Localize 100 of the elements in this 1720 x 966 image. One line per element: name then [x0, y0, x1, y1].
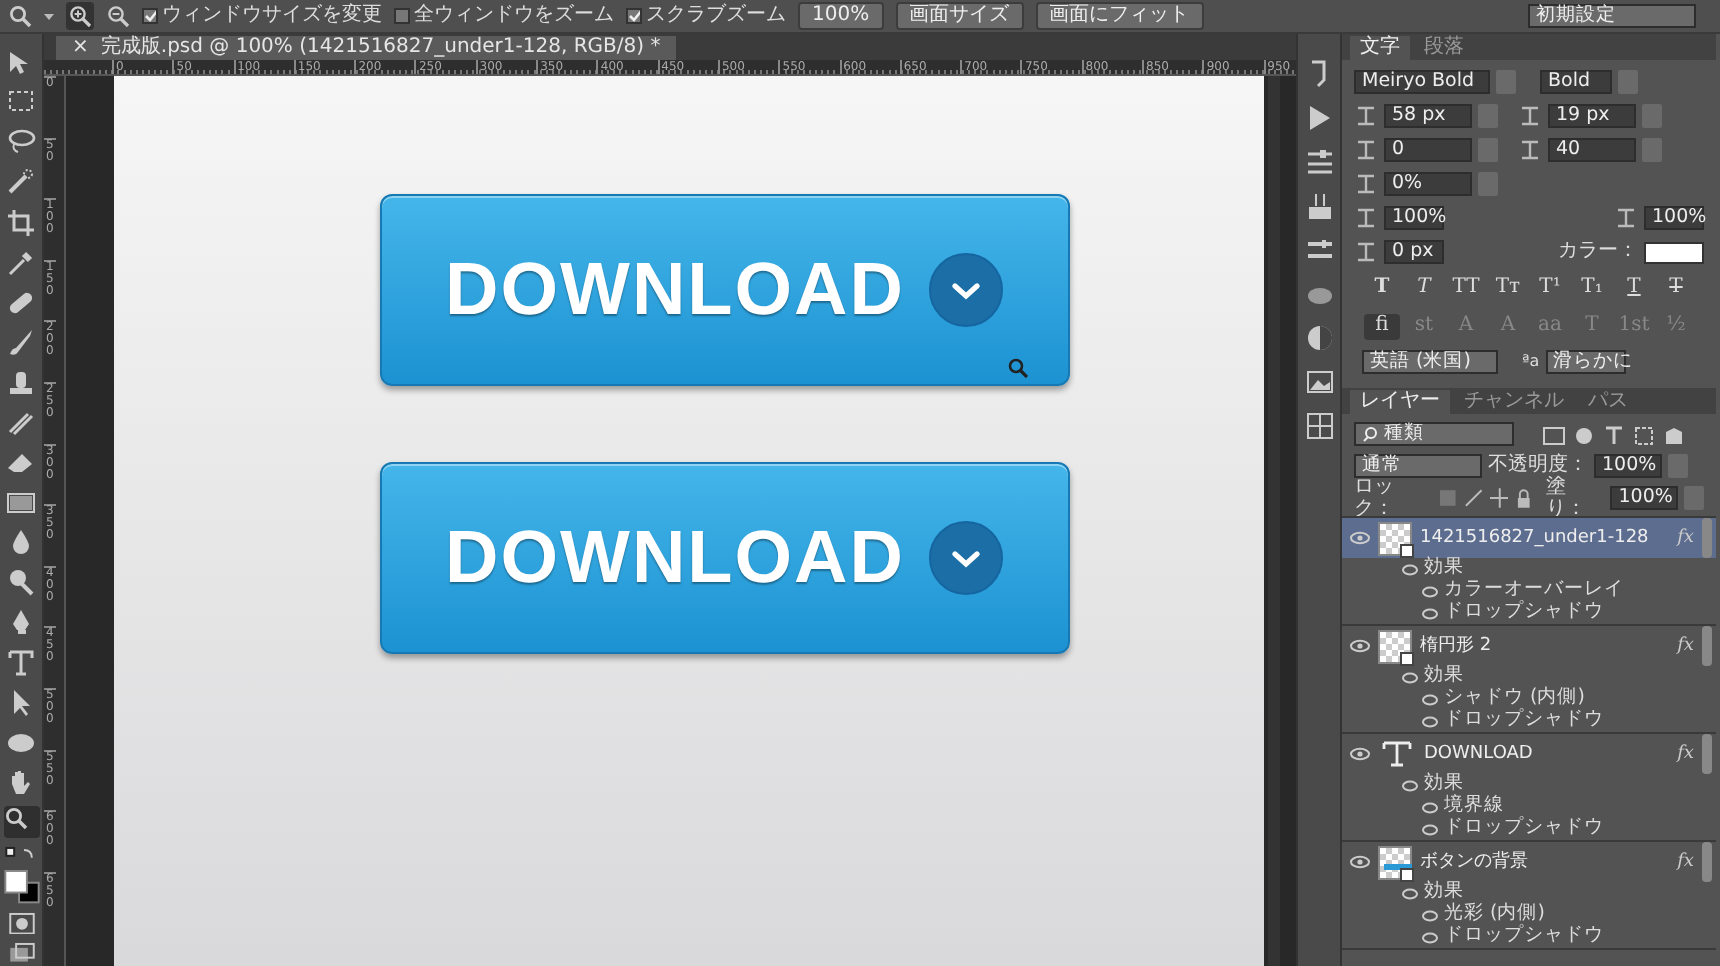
layer-name: 楕円形 2: [1420, 635, 1494, 657]
tool-button[interactable]: [3, 206, 39, 238]
layer-row[interactable]: DOWNLOAD fx: [1342, 734, 1716, 774]
lock-icon[interactable]: [1514, 488, 1534, 508]
tool-button[interactable]: [3, 126, 39, 158]
shape-filter-icon[interactable]: [1632, 423, 1656, 445]
layer-row[interactable]: ボタンの背景 fx: [1342, 842, 1716, 882]
text-style-button[interactable]: Tт: [1490, 275, 1526, 301]
lock-brush-icon[interactable]: [1463, 488, 1483, 508]
smart-filter-icon[interactable]: [1662, 423, 1686, 445]
lock-move-icon[interactable]: [1489, 488, 1509, 508]
image-filter-icon[interactable]: [1542, 423, 1566, 445]
baseline-shift-field[interactable]: 0 px: [1384, 240, 1444, 264]
checkbox-label: スクラブズーム: [646, 4, 786, 28]
image-icon[interactable]: [1303, 366, 1335, 398]
adjustment-filter-icon[interactable]: [1572, 423, 1596, 445]
brush-presets-icon[interactable]: [1303, 190, 1335, 222]
tracking-field[interactable]: 40: [1548, 138, 1636, 162]
workspace-dropdown[interactable]: 初期設定: [1528, 4, 1696, 28]
effect-label: 効果: [1424, 558, 1464, 580]
color-label: カラー：: [1558, 240, 1638, 264]
document-tab[interactable]: × 完成版.psd @ 100% (1421516827_under1-128, RGB/8) *: [56, 36, 677, 60]
fx-icon: fx: [1677, 851, 1694, 873]
font-family-field[interactable]: Meiryo Bold: [1354, 70, 1490, 94]
layer-name: 1421516827_under1-128: [1420, 527, 1651, 549]
panel-tab[interactable]: 文字: [1350, 36, 1410, 60]
layer-thumbnail: [1378, 845, 1412, 879]
effect-label: カラーオーバーレイ: [1444, 580, 1624, 601]
checkbox[interactable]: [394, 8, 410, 24]
panel-tab[interactable]: チャンネル: [1454, 390, 1574, 414]
zoom-in-button[interactable]: [66, 2, 94, 30]
tool-button[interactable]: [3, 806, 39, 838]
antialias-dropdown[interactable]: 滑らかに: [1545, 350, 1626, 374]
horizontal-scale-icon: [1614, 206, 1638, 230]
grid-icon[interactable]: [1303, 410, 1335, 442]
layer-name: ボタンの背景: [1420, 851, 1530, 873]
panel-tab[interactable]: パス: [1578, 390, 1638, 414]
checkbox-label: ウィンドウサイズを変更: [162, 4, 382, 28]
tool-button[interactable]: [3, 166, 39, 198]
antialias-label: ªa: [1522, 352, 1540, 372]
half-circle-icon[interactable]: [1303, 322, 1335, 354]
stamp-tool-icon: [4, 366, 38, 398]
eye-icon[interactable]: [1350, 854, 1370, 870]
color-swatch[interactable]: [1644, 241, 1704, 263]
checkbox[interactable]: [142, 8, 158, 24]
button-label: DOWNLOAD: [445, 247, 905, 333]
zoom-out-icon[interactable]: [106, 4, 130, 28]
text-style-button[interactable]: T¹: [1532, 275, 1568, 301]
text-style-button[interactable]: T₁: [1574, 275, 1610, 301]
text-style-button[interactable]: TT: [1448, 275, 1484, 301]
tool-button[interactable]: [3, 646, 39, 678]
sliders-icon[interactable]: [1303, 146, 1335, 178]
eye-icon[interactable]: [1350, 530, 1370, 546]
layer-row[interactable]: 楕円形 2 fx: [1342, 626, 1716, 666]
zoom-icon[interactable]: [8, 4, 32, 28]
effect-label: 効果: [1424, 774, 1464, 795]
screen-mode-icon[interactable]: [7, 942, 35, 966]
fill-field[interactable]: 100%: [1610, 486, 1679, 510]
type-filter-icon[interactable]: [1602, 423, 1626, 445]
eyedropper-tool-icon: [4, 246, 38, 278]
quick-select-tool-icon: [4, 166, 38, 198]
filter-dropdown[interactable]: 種類: [1354, 422, 1514, 446]
opacity-label: 不透明度：: [1488, 454, 1588, 477]
opacity-field[interactable]: 100%: [1594, 454, 1662, 478]
toolbar-button[interactable]: 100%: [798, 2, 884, 30]
quick-mask-icon[interactable]: [7, 911, 35, 935]
toolbar-button[interactable]: 画面サイズ: [895, 2, 1024, 30]
lasso-tool-icon: [4, 126, 38, 158]
font-style-field[interactable]: Bold: [1540, 70, 1612, 94]
pointer-cursor-icon: [1008, 358, 1028, 378]
font-size-field[interactable]: 58 px: [1384, 104, 1472, 128]
language-dropdown[interactable]: 英語 (米国): [1362, 350, 1498, 374]
effect-label: ドロップシャドウ: [1444, 926, 1604, 948]
tsume-icon: [1354, 172, 1378, 196]
layer-row[interactable]: 1421516827_under1-128 fx: [1342, 518, 1716, 558]
panel-tab[interactable]: レイヤー: [1350, 390, 1450, 414]
panel-tab[interactable]: 段落: [1414, 36, 1474, 60]
swap-colors-icon[interactable]: [3, 846, 39, 862]
checkbox[interactable]: [626, 8, 642, 24]
text-style-button[interactable]: T: [1406, 275, 1442, 301]
leading-field[interactable]: 19 px: [1548, 104, 1636, 128]
close-icon[interactable]: ×: [72, 36, 89, 60]
eye-icon[interactable]: [1350, 746, 1370, 762]
text-style-button[interactable]: T: [1616, 275, 1652, 301]
text-style-button[interactable]: T: [1364, 275, 1400, 301]
text-style-button[interactable]: T: [1658, 275, 1694, 301]
toolbar-button[interactable]: 画面にフィット: [1035, 2, 1204, 30]
horizontal-scale-field[interactable]: 100%: [1644, 206, 1704, 230]
kerning-field[interactable]: 0: [1384, 138, 1472, 162]
button-label: DOWNLOAD: [445, 515, 905, 601]
opentype-button[interactable]: fi: [1364, 313, 1400, 339]
chevron-circle-icon: [928, 520, 1005, 596]
vertical-scale-field[interactable]: 100%: [1384, 206, 1444, 230]
effect-label: ドロップシャドウ: [1444, 710, 1604, 732]
dodge-tool-icon: [4, 566, 38, 598]
tsume-field[interactable]: 0%: [1384, 172, 1472, 196]
effect-label: シャドウ (内側): [1444, 688, 1585, 709]
eye-icon[interactable]: [1350, 638, 1370, 654]
color-swatches-icon[interactable]: [3, 869, 39, 903]
blend-mode-dropdown[interactable]: 通常: [1354, 454, 1482, 478]
